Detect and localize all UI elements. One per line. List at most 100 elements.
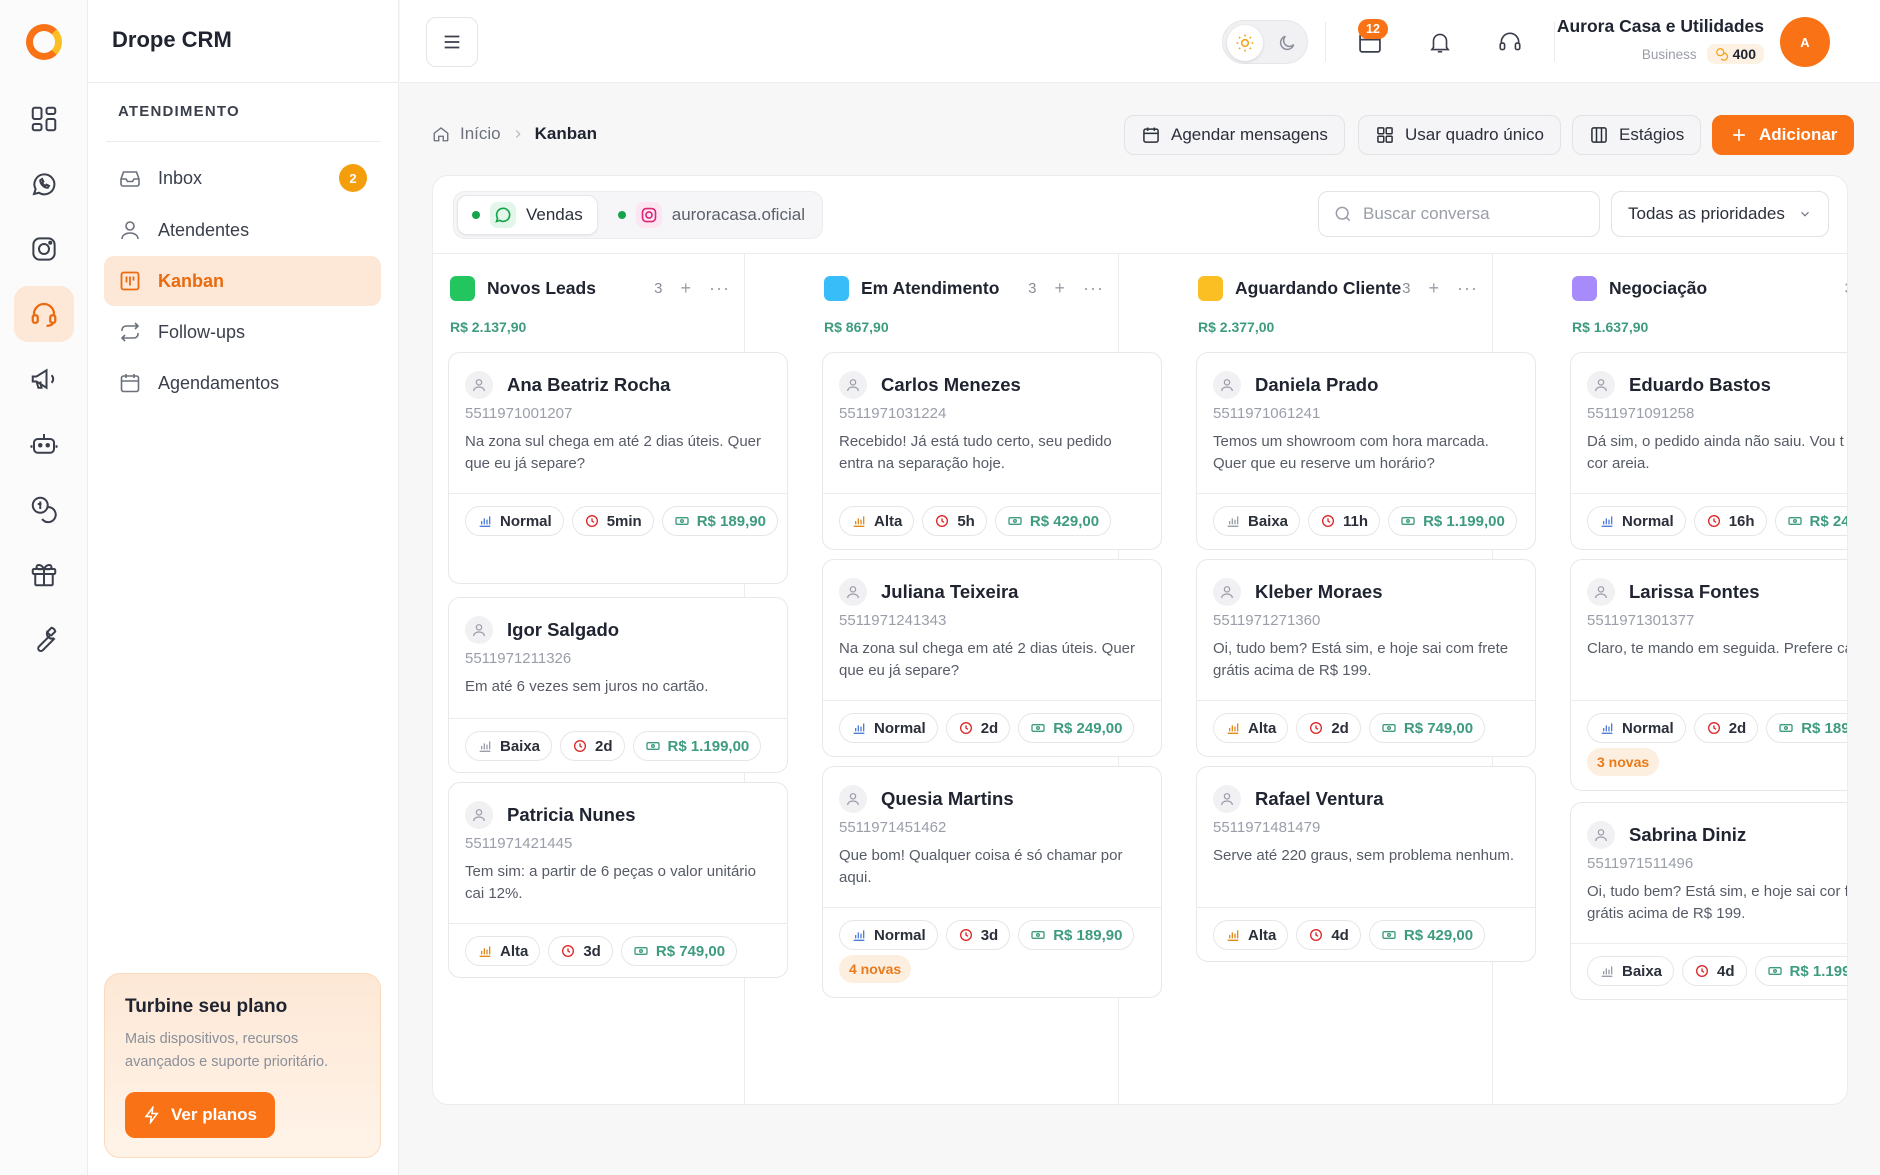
priority-tag: Baixa	[1213, 506, 1301, 536]
theme-toggle[interactable]	[1222, 20, 1308, 64]
stages-button[interactable]: Estágios	[1572, 115, 1702, 155]
sidebar-item-inbox[interactable]: Inbox 2	[104, 153, 381, 203]
headset-icon[interactable]	[14, 286, 74, 342]
search-input[interactable]	[1363, 204, 1583, 224]
sidebar-item-atendentes[interactable]: Atendentes	[104, 205, 381, 255]
sidebar-item-agendamentos[interactable]: Agendamentos	[104, 358, 381, 408]
moon-icon[interactable]	[1271, 27, 1303, 59]
single-board-button[interactable]: Usar quadro único	[1358, 115, 1561, 155]
megaphone-icon[interactable]	[14, 351, 74, 407]
cash-icon	[1030, 927, 1046, 943]
lead-card[interactable]: Rafael Ventura 5511971481479 Serve até 220…	[1196, 766, 1536, 962]
add-card-icon[interactable]: +	[681, 278, 692, 299]
channel-chip-vendas[interactable]: Vendas	[457, 195, 598, 235]
divider	[1571, 700, 1847, 701]
lead-card[interactable]: Eduardo Bastos 5511971091258 Dá sim, o ped…	[1570, 352, 1847, 550]
time-label: 4d	[1717, 962, 1735, 980]
contact-name-row: Daniela Prado	[1213, 371, 1378, 399]
bell-icon[interactable]	[1420, 22, 1460, 62]
brand-name: Drope CRM	[112, 27, 232, 52]
contact-avatar-icon	[1587, 371, 1615, 399]
lead-card[interactable]: Sabrina Diniz 5511971511496 Oi, tudo bem? …	[1570, 802, 1847, 1000]
lead-card[interactable]: Kleber Moraes 5511971271360 Oi, tudo bem? …	[1196, 559, 1536, 757]
coins-icon[interactable]	[14, 481, 74, 537]
more-options-icon[interactable]: ···	[1083, 278, 1104, 299]
contact-phone: 5511971211326	[465, 650, 572, 667]
home-icon[interactable]	[432, 125, 450, 143]
clock-icon	[560, 943, 576, 959]
avatar[interactable]: A	[1780, 17, 1830, 67]
time-tag: 3d	[548, 936, 613, 966]
clock-icon	[1308, 720, 1324, 736]
sidebar-item-kanban[interactable]: Kanban	[104, 256, 381, 306]
time-label: 16h	[1728, 512, 1755, 530]
whatsapp-icon[interactable]	[14, 156, 74, 212]
contact-phone: 5511971451462	[839, 819, 947, 836]
clock-icon	[934, 513, 950, 529]
status-dot	[617, 211, 626, 219]
priority-icon	[1599, 720, 1615, 736]
more-options-icon[interactable]: ···	[709, 278, 730, 299]
priority-label: Normal	[1622, 719, 1674, 737]
bot-icon[interactable]	[14, 416, 74, 472]
sun-icon[interactable]	[1227, 25, 1263, 61]
value-label: R$ 749,00	[1403, 719, 1474, 737]
channel-chip-instagram[interactable]: auroracasa.oficial	[604, 195, 819, 235]
time-label: 4d	[1331, 926, 1349, 944]
lead-card[interactable]: Igor Salgado 5511971211326 Em até 6 vezes …	[448, 597, 788, 773]
cash-icon	[1778, 720, 1794, 736]
support-headset-icon[interactable]	[1490, 22, 1530, 62]
time-label: 2d	[1331, 719, 1349, 737]
lead-card[interactable]: Daniela Prado 5511971061241 Temos um showr…	[1196, 352, 1536, 550]
divider	[1325, 22, 1326, 62]
last-message: Claro, te mando em seguida. Prefere cart…	[1587, 640, 1847, 657]
gift-icon[interactable]	[14, 546, 74, 602]
last-message: Na zona sul chega em até 2 dias úteis. Q…	[465, 433, 762, 472]
divider	[88, 82, 399, 83]
divider	[1571, 943, 1847, 944]
lead-card[interactable]: Larissa Fontes 5511971301377 Claro, te man…	[1570, 559, 1847, 791]
divider	[823, 907, 1161, 908]
contact-avatar-icon	[839, 578, 867, 606]
lead-card[interactable]: Patricia Nunes 5511971421445 Tem sim: a pa…	[448, 782, 788, 978]
priority-label: Alta	[874, 512, 903, 530]
more-options-icon[interactable]: ···	[1457, 278, 1478, 299]
card-tags: Normal 3d R$ 189,90	[839, 920, 1159, 950]
search-conversation[interactable]	[1318, 191, 1600, 237]
contact-phone: 5511971241343	[839, 612, 947, 629]
breadcrumb-home[interactable]: Início	[460, 124, 501, 144]
divider	[823, 493, 1161, 494]
card-tags: Baixa 4d R$ 1.199,C	[1587, 956, 1847, 986]
column-color-swatch	[1572, 275, 1597, 301]
card-tags: Baixa 2d R$ 1.199,00	[465, 731, 785, 761]
lead-card[interactable]: Juliana Teixeira 5511971241343 Na zona sul…	[822, 559, 1162, 757]
cash-icon	[1400, 513, 1416, 529]
sidebar-item-follow-ups[interactable]: Follow-ups	[104, 307, 381, 357]
time-label: 2d	[595, 737, 613, 755]
lead-card[interactable]: Quesia Martins 5511971451462 Que bom! Qual…	[822, 766, 1162, 998]
channel-selector: Vendas auroracasa.oficial	[453, 191, 823, 239]
time-label: 2d	[980, 719, 999, 737]
lead-card[interactable]: Carlos Menezes 5511971031224 Recebido! Já …	[822, 352, 1162, 550]
lead-card[interactable]: Ana Beatriz Rocha 5511971001207 Na zona su…	[448, 352, 788, 584]
add-card-icon[interactable]: +	[1429, 278, 1440, 299]
dashboard-icon[interactable]	[14, 91, 74, 147]
priority-filter-select[interactable]: Todas as prioridades	[1611, 191, 1829, 237]
card-tags: Normal 2d R$ 189,	[1587, 713, 1847, 743]
divider	[823, 700, 1161, 701]
schedule-messages-label: Agendar mensagens	[1171, 125, 1328, 144]
value-tag: R$ 749,00	[620, 936, 738, 966]
clock-icon	[572, 738, 588, 754]
clock-icon	[1706, 513, 1722, 529]
wrench-icon[interactable]	[14, 611, 74, 667]
priority-icon	[1599, 963, 1615, 979]
see-plans-button[interactable]: Ver planos	[125, 1092, 275, 1138]
priority-tag: Normal	[839, 920, 938, 950]
instagram-icon[interactable]	[14, 221, 74, 277]
contact-name-row: Sabrina Diniz	[1587, 821, 1746, 849]
schedule-messages-button[interactable]: Agendar mensagens	[1124, 115, 1345, 155]
menu-toggle-button[interactable]	[426, 17, 478, 67]
add-button[interactable]: Adicionar	[1712, 115, 1855, 155]
add-card-icon[interactable]: +	[1055, 278, 1066, 299]
priority-icon	[1225, 720, 1241, 736]
